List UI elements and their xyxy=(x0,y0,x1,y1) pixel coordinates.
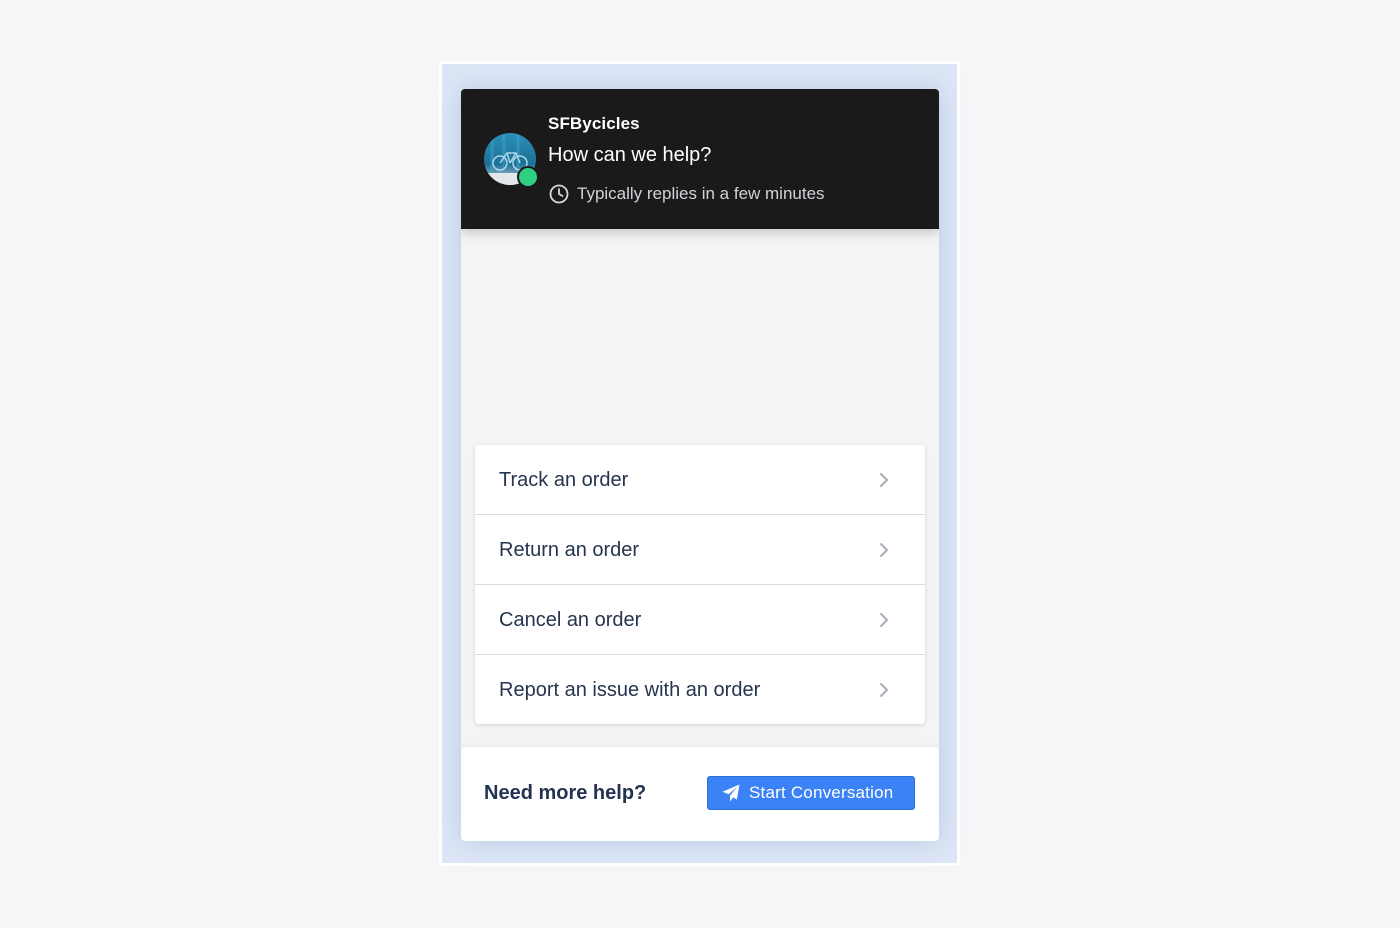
option-label: Track an order xyxy=(499,469,629,491)
chevron-right-icon xyxy=(880,613,888,627)
clock-icon xyxy=(549,184,569,204)
help-options-list: Track an order Return an order Cancel an… xyxy=(475,445,925,724)
brand-name: SFBycicles xyxy=(548,114,640,133)
widget-preview-frame: SFBycicles How can we help? Typically re… xyxy=(439,61,960,866)
header-headline: How can we help? xyxy=(548,144,712,166)
option-label: Return an order xyxy=(499,539,640,561)
option-return-order[interactable]: Return an order xyxy=(475,515,925,585)
option-track-order[interactable]: Track an order xyxy=(475,445,925,515)
reply-time-row: Typically replies in a few minutes xyxy=(548,183,825,205)
reply-time-text: Typically replies in a few minutes xyxy=(577,184,825,203)
chevron-right-icon xyxy=(880,543,888,557)
option-report-issue[interactable]: Report an issue with an order xyxy=(475,655,925,724)
paper-plane-icon xyxy=(722,784,740,802)
need-help-text: Need more help? xyxy=(484,782,647,804)
option-label: Report an issue with an order xyxy=(499,679,761,701)
widget-footer: Need more help? Start Conversation xyxy=(461,747,939,841)
online-status-indicator xyxy=(517,166,539,188)
start-conversation-button[interactable]: Start Conversation xyxy=(707,776,915,810)
start-conversation-label: Start Conversation xyxy=(749,783,894,802)
option-cancel-order[interactable]: Cancel an order xyxy=(475,585,925,655)
chevron-right-icon xyxy=(880,683,888,697)
help-widget: SFBycicles How can we help? Typically re… xyxy=(461,89,939,841)
widget-header: SFBycicles How can we help? Typically re… xyxy=(461,89,939,229)
chevron-right-icon xyxy=(880,473,888,487)
option-label: Cancel an order xyxy=(499,609,642,631)
